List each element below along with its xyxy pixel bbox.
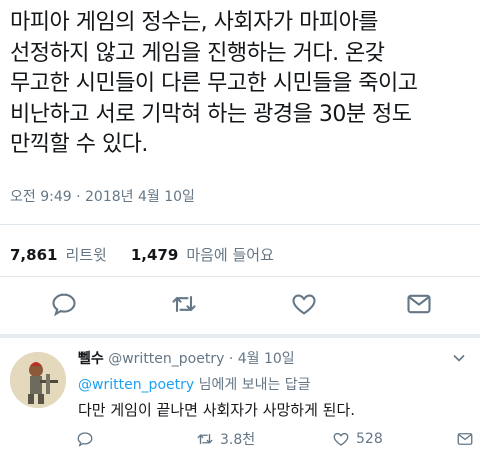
reply-tweet[interactable]: 뻴수 @written_poetry · 4월 10일 @written_poe… [0, 340, 480, 457]
tweet-stats: 7,861 리트윗 1,479 마음에 들어요 [10, 244, 298, 265]
retweet-icon[interactable] [170, 290, 198, 318]
tweet-line: 만끽할 수 있다. [10, 132, 148, 157]
reply-author-handle[interactable]: @written_poetry [108, 351, 224, 367]
tweet-line: 무고한 시민들이 다른 무고한 시민들을 죽이고 [10, 71, 418, 96]
reply-like-button[interactable]: 528 [332, 428, 383, 450]
tweet-text: 마피아 게임의 정수는, 사회자가 마피아를 선정하지 않고 게임을 진행하는 … [10, 8, 476, 161]
tweet-line: 비난하고 서로 기막혀 하는 광경을 30분 정도 [10, 101, 412, 127]
like-icon [333, 432, 349, 446]
reply-to-suffix: 님에게 보내는 답글 [194, 377, 311, 393]
tweet-actions [0, 290, 480, 320]
reply-to-line: @written_poetry 님에게 보내는 답글 [78, 374, 311, 394]
direct-message-icon[interactable] [405, 290, 433, 318]
retweet-icon [197, 433, 213, 445]
like-icon[interactable] [290, 290, 318, 318]
reply-author-name[interactable]: 뻴수 [78, 351, 104, 367]
tweet-line: 선정하지 않고 게임을 진행하는 거다. 온갖 [10, 40, 385, 66]
tweet-timestamp[interactable]: 오전 9:49 · 2018년 4월 10일 [10, 186, 195, 206]
reply-like-count: 528 [356, 431, 383, 447]
reply-reply-icon[interactable] [76, 428, 94, 450]
section-divider [0, 334, 480, 338]
reply-date[interactable]: · 4월 10일 [229, 351, 295, 367]
reply-icon[interactable] [50, 290, 78, 318]
avatar[interactable] [10, 352, 66, 408]
retweet-label[interactable]: 리트윗 [65, 244, 106, 265]
tweet-line: 마피아 게임의 정수는, 사회자가 마피아를 [10, 10, 379, 35]
reply-text: 다만 게임이 끝나면 사회자가 사망하게 된다. [78, 401, 356, 419]
reply-retweet-button[interactable]: 3.8천 [196, 428, 255, 450]
reply-to-mention[interactable]: @written_poetry [78, 377, 194, 393]
like-count[interactable]: 1,479 [131, 246, 178, 264]
like-label[interactable]: 마음에 들어요 [186, 244, 274, 265]
reply-retweet-count: 3.8천 [220, 432, 256, 448]
chevron-down-icon[interactable] [452, 350, 466, 364]
divider [0, 224, 480, 225]
reply-dm-icon[interactable] [456, 428, 474, 450]
retweet-count[interactable]: 7,861 [10, 246, 57, 264]
reply-actions: 3.8천 528 [0, 428, 480, 450]
reply-header: 뻴수 @written_poetry · 4월 10일 [78, 348, 295, 368]
divider [0, 276, 480, 277]
